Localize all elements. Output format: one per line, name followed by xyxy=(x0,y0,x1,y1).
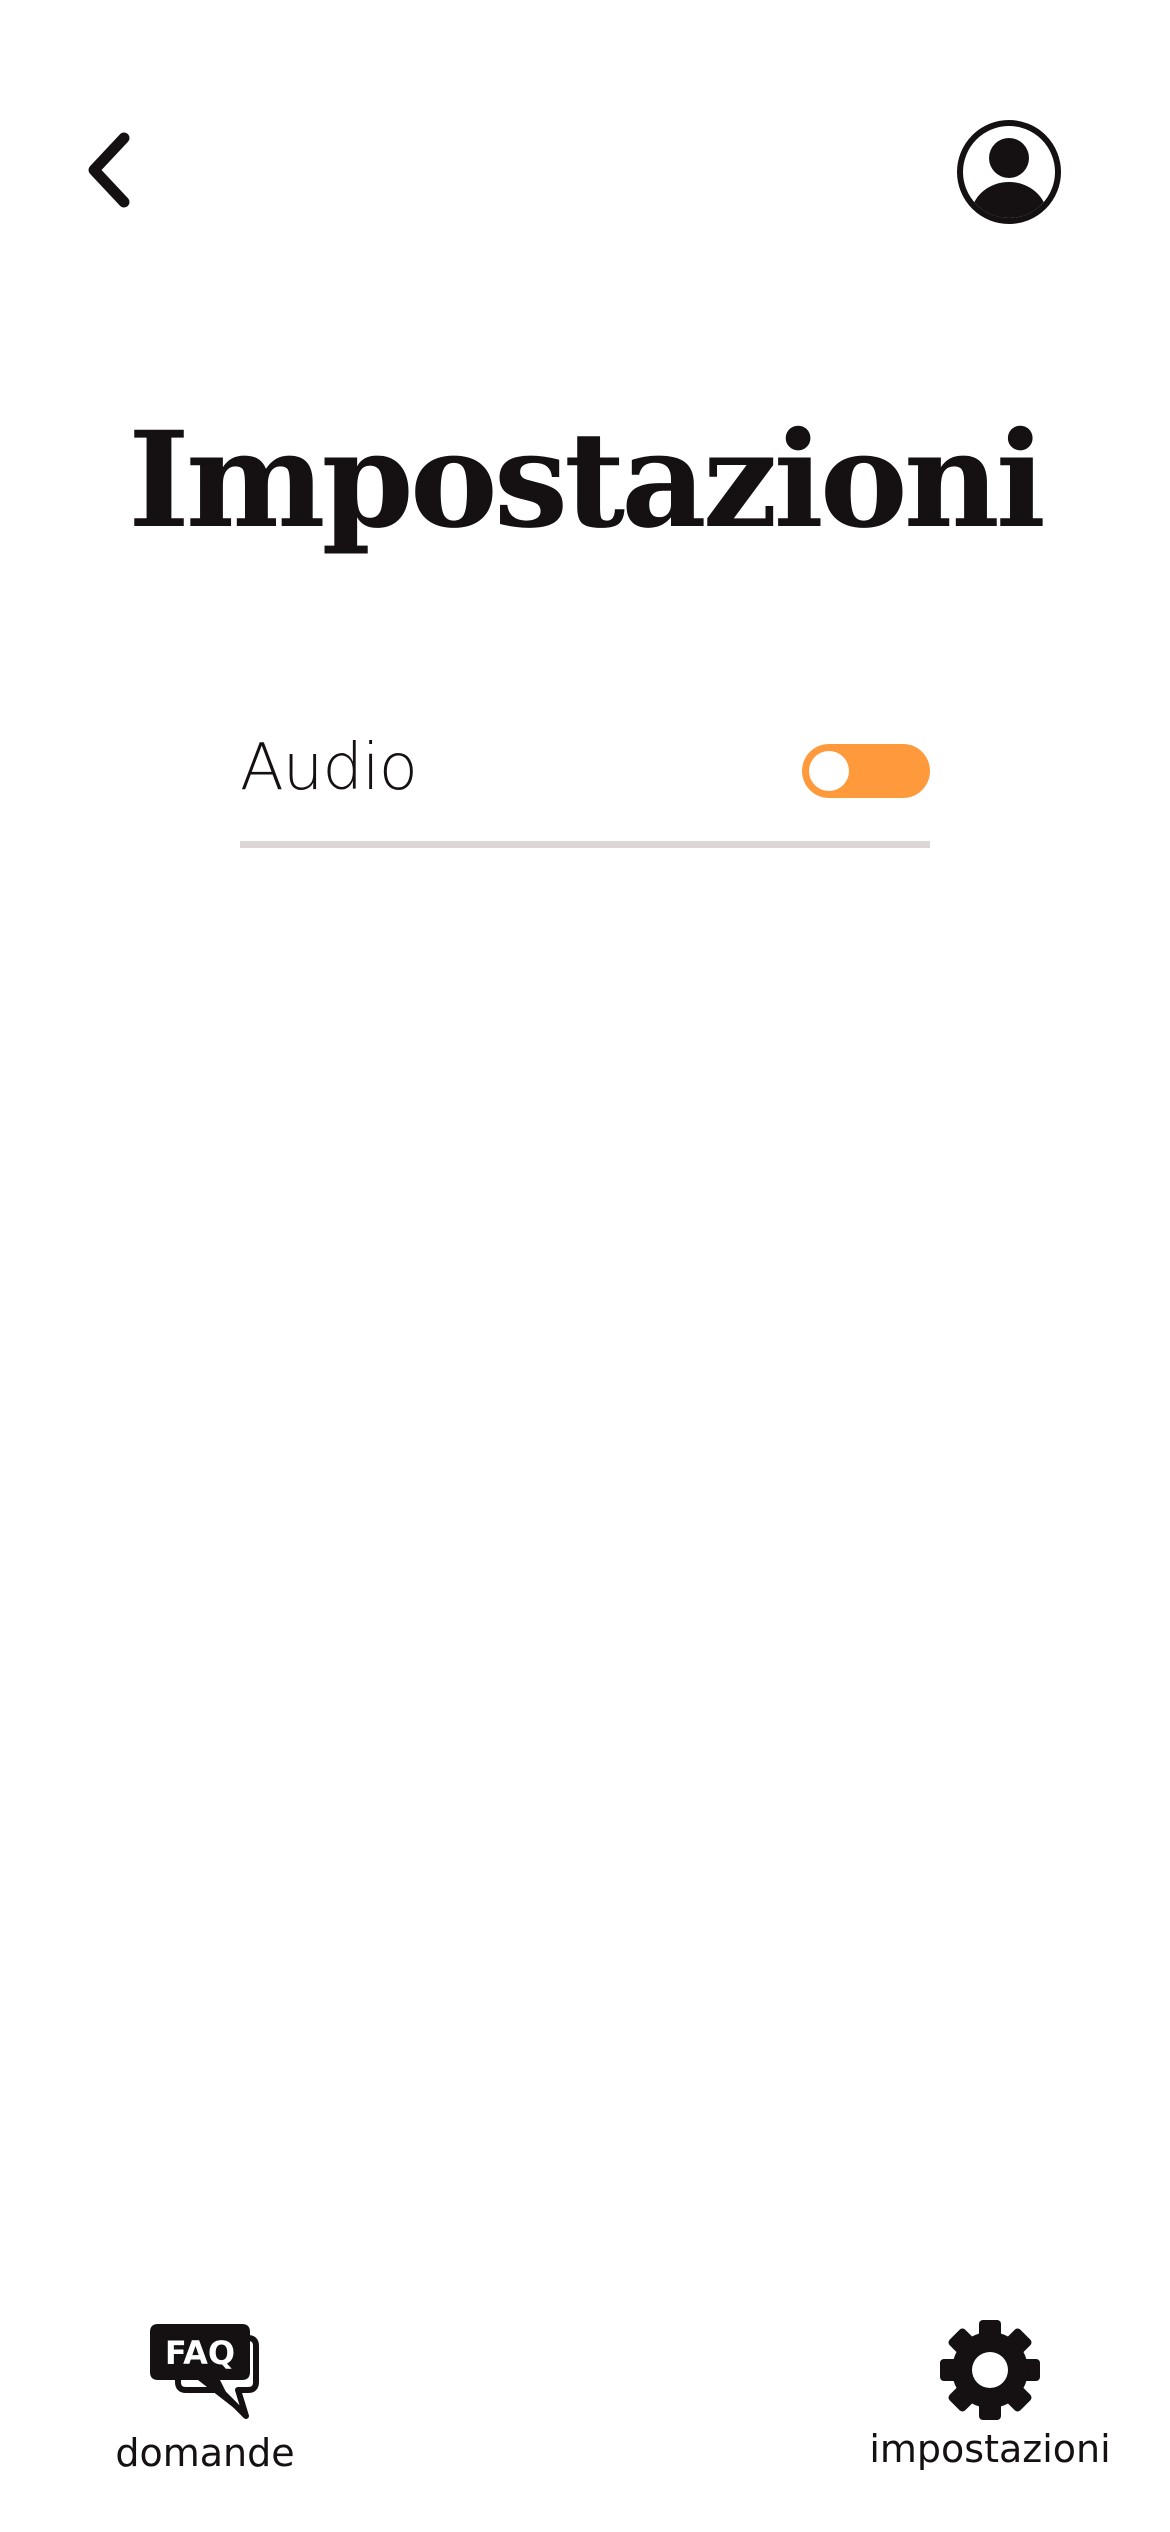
page-title: Impostazioni xyxy=(128,403,1046,558)
gear-icon xyxy=(940,2320,1040,2420)
toggle-knob xyxy=(809,751,849,791)
chevron-left-icon xyxy=(88,132,130,208)
back-button[interactable] xyxy=(80,130,140,210)
setting-row-audio: Audio xyxy=(240,720,930,848)
profile-button[interactable] xyxy=(955,118,1063,226)
faq-chat-icon: FAQ xyxy=(150,2324,259,2419)
nav-label-impostazioni: impostazioni xyxy=(869,2427,1111,2471)
nav-item-domande[interactable]: FAQ domande xyxy=(100,2320,310,2472)
nav-item-impostazioni[interactable]: impostazioni xyxy=(860,2318,1120,2468)
nav-label-domande: domande xyxy=(115,2431,295,2475)
setting-label-audio: Audio xyxy=(240,731,418,805)
user-circle-icon xyxy=(957,120,1061,224)
audio-toggle[interactable] xyxy=(802,744,930,798)
svg-text:FAQ: FAQ xyxy=(165,2334,235,2372)
